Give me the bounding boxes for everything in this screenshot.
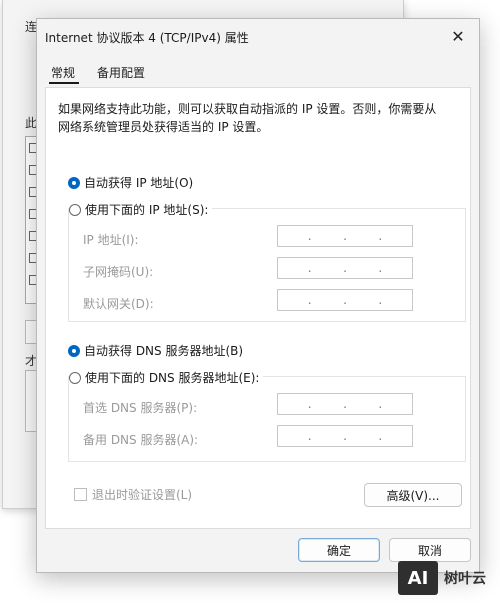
close-icon: ✕: [451, 26, 465, 46]
description-text: 如果网络支持此功能，则可以获取自动指派的 IP 设置。否则，你需要从网络系统管理…: [58, 102, 437, 134]
ip-address-input[interactable]: . . .: [277, 225, 413, 247]
ip-dot: .: [307, 429, 312, 443]
dialog-title: Internet 协议版本 4 (TCP/IPv4) 属性: [45, 31, 249, 45]
radio-auto-dns[interactable]: 自动获得 DNS 服务器地址(B): [68, 342, 243, 359]
default-gateway-label: 默认网关(D):: [83, 297, 154, 311]
watermark: AI 树叶云: [398, 561, 486, 595]
validate-on-exit-label: 退出时验证设置(L): [92, 488, 193, 502]
ip-dot: .: [378, 261, 383, 275]
active-tab-indicator: [49, 82, 79, 84]
radio-manual-dns[interactable]: 使用下面的 DNS 服务器地址(E):: [69, 369, 264, 386]
ip-dot: .: [343, 429, 347, 443]
alternate-dns-label: 备用 DNS 服务器(A):: [83, 433, 199, 447]
subnet-mask-label: 子网掩码(U):: [83, 265, 154, 279]
radio-auto-ip[interactable]: 自动获得 IP 地址(O): [68, 174, 193, 191]
radio-auto-ip-label: 自动获得 IP 地址(O): [84, 176, 194, 190]
subnet-mask-input[interactable]: . . .: [277, 257, 413, 279]
tab-general[interactable]: 常规: [51, 64, 75, 81]
ip-dot: .: [343, 261, 347, 275]
tab-alternate-configuration[interactable]: 备用配置: [97, 64, 145, 81]
default-gateway-input[interactable]: . . .: [277, 289, 413, 311]
radio-unselected-icon: [69, 371, 81, 384]
validate-on-exit-checkbox[interactable]: 退出时验证设置(L): [74, 486, 192, 503]
preferred-dns-input[interactable]: . . .: [277, 393, 413, 415]
ip-address-label: IP 地址(I):: [83, 233, 139, 247]
cancel-button[interactable]: 取消: [389, 538, 471, 562]
radio-manual-ip-label: 使用下面的 IP 地址(S):: [85, 203, 209, 217]
general-tab-panel: 如果网络支持此功能，则可以获取自动指派的 IP 设置。否则，你需要从网络系统管理…: [45, 87, 471, 529]
radio-selected-icon: [68, 176, 80, 189]
tcp-ipv4-properties-dialog: Internet 协议版本 4 (TCP/IPv4) 属性 ✕ 常规 备用配置 …: [36, 18, 480, 573]
ip-dot: .: [343, 397, 347, 411]
ip-dot: .: [378, 293, 383, 307]
ip-dot: .: [343, 293, 347, 307]
preferred-dns-label: 首选 DNS 服务器(P):: [83, 401, 198, 415]
ip-dot: .: [343, 229, 347, 243]
ip-dot: .: [378, 429, 383, 443]
radio-auto-dns-label: 自动获得 DNS 服务器地址(B): [84, 344, 244, 358]
ip-dot: .: [307, 293, 312, 307]
manual-ip-group: 使用下面的 IP 地址(S): IP 地址(I): . . . 子网掩码(U):…: [68, 201, 466, 322]
advanced-button[interactable]: 高级(V)...: [364, 483, 462, 507]
ip-dot: .: [378, 229, 383, 243]
watermark-logo-icon: AI: [398, 561, 438, 595]
ip-dot: .: [307, 261, 312, 275]
radio-manual-ip[interactable]: 使用下面的 IP 地址(S):: [69, 201, 213, 218]
manual-dns-group: 使用下面的 DNS 服务器地址(E): 首选 DNS 服务器(P): . . .…: [68, 369, 466, 462]
watermark-text: 树叶云: [444, 571, 486, 587]
alternate-dns-input[interactable]: . . .: [277, 425, 413, 447]
radio-selected-icon: [68, 344, 80, 357]
ip-dot: .: [307, 229, 312, 243]
checkbox-icon: [74, 488, 87, 501]
ip-dot: .: [307, 397, 312, 411]
radio-manual-dns-label: 使用下面的 DNS 服务器地址(E):: [85, 371, 260, 385]
ok-button[interactable]: 确定: [298, 538, 380, 562]
ip-dot: .: [378, 397, 383, 411]
close-button[interactable]: ✕: [443, 23, 473, 49]
radio-unselected-icon: [69, 203, 81, 216]
